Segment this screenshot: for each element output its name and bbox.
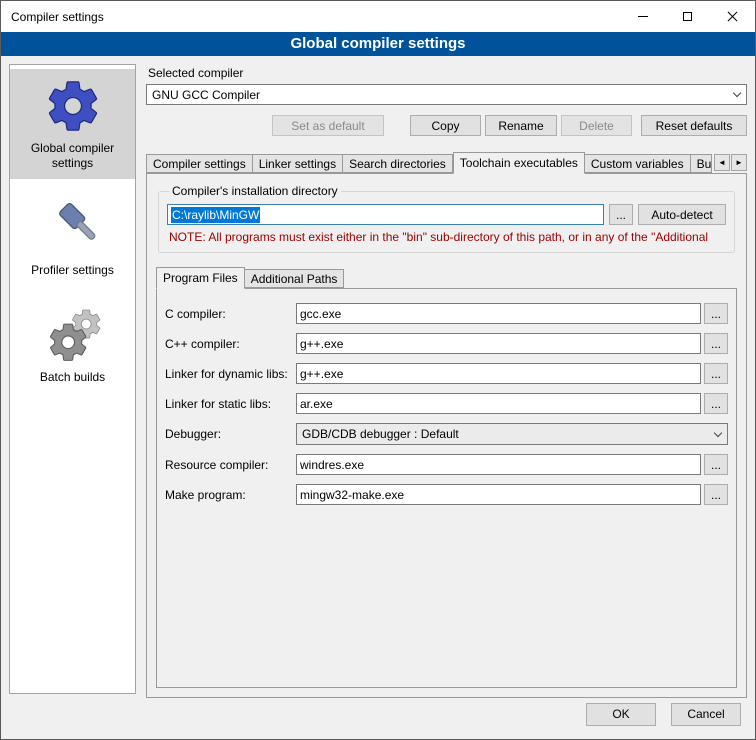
tab-program-files[interactable]: Program Files bbox=[156, 267, 245, 289]
cpp-compiler-value: g++.exe bbox=[300, 337, 343, 351]
c-compiler-input[interactable]: gcc.exe bbox=[296, 303, 701, 324]
selected-compiler-label: Selected compiler bbox=[148, 66, 747, 80]
delete-button[interactable]: Delete bbox=[561, 115, 632, 136]
tab-compiler-settings[interactable]: Compiler settings bbox=[146, 154, 253, 173]
gray-gears-icon bbox=[44, 306, 102, 364]
page-title: Global compiler settings bbox=[1, 32, 755, 56]
dialog-body: Global compiler settings Profiler settin… bbox=[1, 56, 755, 698]
tab-toolchain-executables[interactable]: Toolchain executables bbox=[453, 152, 585, 174]
resource-compiler-label: Resource compiler: bbox=[165, 458, 296, 472]
compiler-select-value: GNU GCC Compiler bbox=[152, 88, 728, 102]
make-program-input[interactable]: mingw32-make.exe bbox=[296, 484, 701, 505]
debugger-select[interactable]: GDB/CDB debugger : Default bbox=[296, 423, 728, 445]
sidebar-item-profiler-settings[interactable]: Profiler settings bbox=[10, 191, 135, 286]
tab-linker-settings[interactable]: Linker settings bbox=[253, 154, 343, 173]
sidebar-item-batch-builds[interactable]: Batch builds bbox=[10, 298, 135, 393]
tab-scroll-right-icon[interactable]: ► bbox=[731, 154, 747, 171]
blue-gear-icon bbox=[44, 77, 102, 135]
dialog-footer: OK Cancel bbox=[1, 698, 755, 739]
installation-directory-value: C:\raylib\MinGW bbox=[171, 207, 260, 223]
minimize-icon bbox=[638, 16, 648, 17]
dynamic-linker-browse-button[interactable]: ... bbox=[704, 363, 728, 384]
chevron-down-icon bbox=[728, 85, 746, 104]
tab-scroll-arrows: ◄ ► bbox=[714, 154, 747, 171]
compiler-settings-window: Compiler settings Global compiler settin… bbox=[0, 0, 756, 740]
tab-additional-paths[interactable]: Additional Paths bbox=[245, 269, 345, 288]
tab-search-directories[interactable]: Search directories bbox=[343, 154, 453, 173]
installation-directory-group: Compiler's installation directory C:\ray… bbox=[158, 184, 735, 253]
close-button[interactable] bbox=[710, 1, 755, 32]
tab-scroll-left-icon[interactable]: ◄ bbox=[714, 154, 730, 171]
static-linker-label: Linker for static libs: bbox=[165, 397, 296, 411]
sidebar-item-global-compiler-settings[interactable]: Global compiler settings bbox=[10, 69, 135, 179]
main-panel: Selected compiler GNU GCC Compiler Set a… bbox=[146, 64, 747, 698]
close-icon bbox=[727, 11, 738, 22]
resource-compiler-browse-button[interactable]: ... bbox=[704, 454, 728, 475]
window-title: Compiler settings bbox=[1, 10, 620, 24]
minimize-button[interactable] bbox=[620, 1, 665, 32]
chevron-down-icon bbox=[709, 433, 727, 436]
rename-button[interactable]: Rename bbox=[485, 115, 557, 136]
program-files-tabstrip: Program Files Additional Paths bbox=[156, 267, 737, 288]
hammer-icon bbox=[44, 199, 102, 257]
dynamic-linker-input[interactable]: g++.exe bbox=[296, 363, 701, 384]
installation-directory-row: C:\raylib\MinGW ... Auto-detect bbox=[167, 204, 726, 225]
make-program-label: Make program: bbox=[165, 488, 296, 502]
c-compiler-row: C compiler: gcc.exe ... bbox=[165, 303, 728, 324]
cpp-compiler-input[interactable]: g++.exe bbox=[296, 333, 701, 354]
installation-directory-input[interactable]: C:\raylib\MinGW bbox=[167, 204, 604, 225]
titlebar: Compiler settings bbox=[1, 1, 755, 32]
sidebar-item-label: Profiler settings bbox=[31, 263, 114, 278]
set-as-default-button[interactable]: Set as default bbox=[272, 115, 384, 136]
cpp-compiler-row: C++ compiler: g++.exe ... bbox=[165, 333, 728, 354]
debugger-value: GDB/CDB debugger : Default bbox=[302, 427, 709, 441]
sidebar-item-label: Global compiler settings bbox=[19, 141, 127, 171]
copy-button[interactable]: Copy bbox=[410, 115, 481, 136]
c-compiler-browse-button[interactable]: ... bbox=[704, 303, 728, 324]
window-controls bbox=[620, 1, 755, 32]
static-linker-value: ar.exe bbox=[300, 397, 333, 411]
dynamic-linker-value: g++.exe bbox=[300, 367, 343, 381]
compiler-buttons-row: Set as default Copy Rename Delete Reset … bbox=[146, 115, 747, 136]
settings-category-list: Global compiler settings Profiler settin… bbox=[9, 64, 136, 694]
c-compiler-value: gcc.exe bbox=[300, 307, 341, 321]
auto-detect-button[interactable]: Auto-detect bbox=[638, 204, 726, 225]
debugger-label: Debugger: bbox=[165, 427, 296, 441]
debugger-row: Debugger: GDB/CDB debugger : Default bbox=[165, 423, 728, 445]
tab-custom-variables[interactable]: Custom variables bbox=[585, 154, 691, 173]
cancel-button[interactable]: Cancel bbox=[671, 703, 741, 726]
static-linker-input[interactable]: ar.exe bbox=[296, 393, 701, 414]
dynamic-linker-row: Linker for dynamic libs: g++.exe ... bbox=[165, 363, 728, 384]
resource-compiler-input[interactable]: windres.exe bbox=[296, 454, 701, 475]
ok-button[interactable]: OK bbox=[586, 703, 656, 726]
dynamic-linker-label: Linker for dynamic libs: bbox=[165, 367, 296, 381]
resource-compiler-row: Resource compiler: windres.exe ... bbox=[165, 454, 728, 475]
cpp-compiler-browse-button[interactable]: ... bbox=[704, 333, 728, 354]
maximize-icon bbox=[683, 12, 692, 21]
static-linker-row: Linker for static libs: ar.exe ... bbox=[165, 393, 728, 414]
c-compiler-label: C compiler: bbox=[165, 307, 296, 321]
resource-compiler-value: windres.exe bbox=[300, 458, 364, 472]
make-program-value: mingw32-make.exe bbox=[300, 488, 404, 502]
sidebar-item-label: Batch builds bbox=[40, 370, 105, 385]
settings-tabstrip: Compiler settings Linker settings Search… bbox=[146, 152, 747, 173]
tab-build-options[interactable]: Builc bbox=[691, 154, 712, 173]
make-program-browse-button[interactable]: ... bbox=[704, 484, 728, 505]
bin-subdirectory-note: NOTE: All programs must exist either in … bbox=[169, 230, 724, 244]
program-files-panel: C compiler: gcc.exe ... C++ compiler: g+… bbox=[156, 288, 737, 688]
static-linker-browse-button[interactable]: ... bbox=[704, 393, 728, 414]
maximize-button[interactable] bbox=[665, 1, 710, 32]
installation-directory-group-title: Compiler's installation directory bbox=[169, 184, 341, 198]
toolchain-executables-panel: Compiler's installation directory C:\ray… bbox=[146, 173, 747, 698]
compiler-select[interactable]: GNU GCC Compiler bbox=[146, 84, 747, 105]
browse-directory-button[interactable]: ... bbox=[609, 204, 633, 225]
cpp-compiler-label: C++ compiler: bbox=[165, 337, 296, 351]
make-program-row: Make program: mingw32-make.exe ... bbox=[165, 484, 728, 505]
reset-defaults-button[interactable]: Reset defaults bbox=[641, 115, 747, 136]
